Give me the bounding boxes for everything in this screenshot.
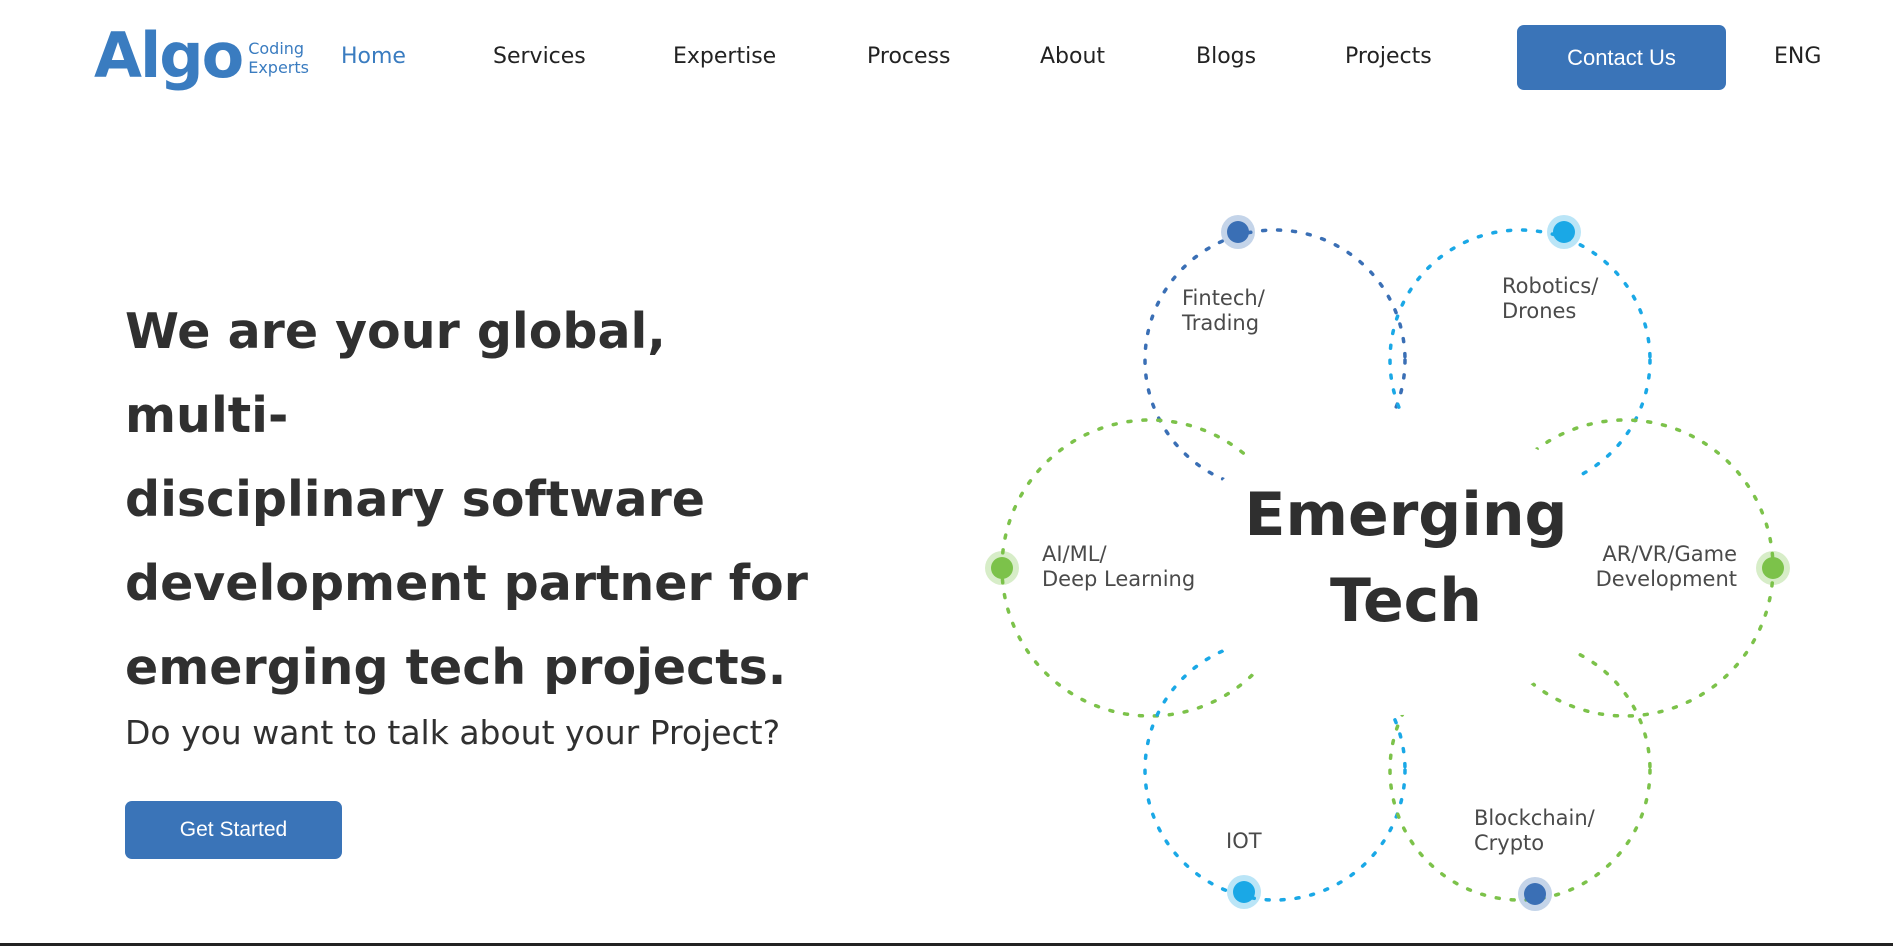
arvr-label-line1: AR/VR/Game (1602, 542, 1737, 566)
emerging-tech-diagram: Fintech/ Trading Robotics/ Drones AI/ML/… (985, 215, 1790, 911)
center-title-line1: Emerging (1245, 480, 1568, 550)
arvr-label-line2: Development (1596, 567, 1737, 591)
robotics-label-line1: Robotics/ (1502, 274, 1599, 298)
blockchain-label-line2: Crypto (1474, 831, 1544, 855)
robotics-node-dot (1547, 215, 1581, 249)
aiml-label-line1: AI/ML/ (1042, 542, 1107, 566)
aiml-node-dot (985, 551, 1019, 585)
iot-label: IOT (1226, 829, 1262, 853)
blockchain-label-line1: Blockchain/ (1474, 806, 1596, 830)
arvr-node-dot (1756, 551, 1790, 585)
fintech-node-dot (1221, 215, 1255, 249)
center-backdrop (1185, 415, 1615, 715)
fintech-label-line2: Trading (1181, 311, 1259, 335)
iot-node-dot (1227, 875, 1261, 909)
blockchain-node-dot (1518, 877, 1552, 911)
robotics-label-line2: Drones (1502, 299, 1576, 323)
center-title-line2: Tech (1330, 566, 1482, 636)
aiml-label-line2: Deep Learning (1042, 567, 1195, 591)
fintech-label-line1: Fintech/ (1182, 286, 1266, 310)
